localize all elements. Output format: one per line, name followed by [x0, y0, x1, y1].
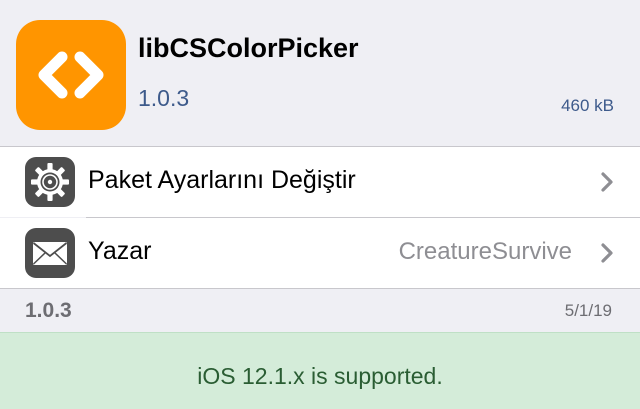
compatibility-banner: iOS 12.1.x is supported.: [0, 332, 640, 409]
package-icon: [16, 20, 126, 130]
package-size: 460 kB: [561, 96, 614, 115]
mail-icon: [32, 242, 68, 265]
chevron-right-icon: [601, 172, 613, 192]
gear-icon: [31, 163, 69, 201]
author-row[interactable]: Yazar CreatureSurvive: [0, 218, 640, 288]
changelog-section-header: 1.0.3 5/1/19: [0, 289, 640, 332]
row-label: Paket Ayarlarını Değiştir: [88, 166, 356, 194]
author-icon-tile: [25, 228, 75, 278]
chevron-right-icon: [601, 243, 613, 263]
settings-icon-tile: [25, 157, 75, 207]
author-name: CreatureSurvive: [398, 238, 572, 265]
change-package-settings-row[interactable]: Paket Ayarlarını Değiştir: [0, 147, 640, 217]
package-name: libCSColorPicker: [138, 33, 359, 63]
code-brackets-icon: [38, 51, 104, 99]
changelog-version: 1.0.3: [25, 299, 72, 322]
compatibility-message: iOS 12.1.x is supported.: [197, 363, 443, 389]
package-details-screen: libCSColorPicker 1.0.3 460 kB Paket Ayar…: [0, 0, 640, 409]
package-header: libCSColorPicker 1.0.3 460 kB: [0, 0, 640, 146]
changelog-date: 5/1/19: [564, 301, 612, 320]
row-label: Yazar: [88, 237, 152, 265]
package-version: 1.0.3: [138, 85, 190, 111]
